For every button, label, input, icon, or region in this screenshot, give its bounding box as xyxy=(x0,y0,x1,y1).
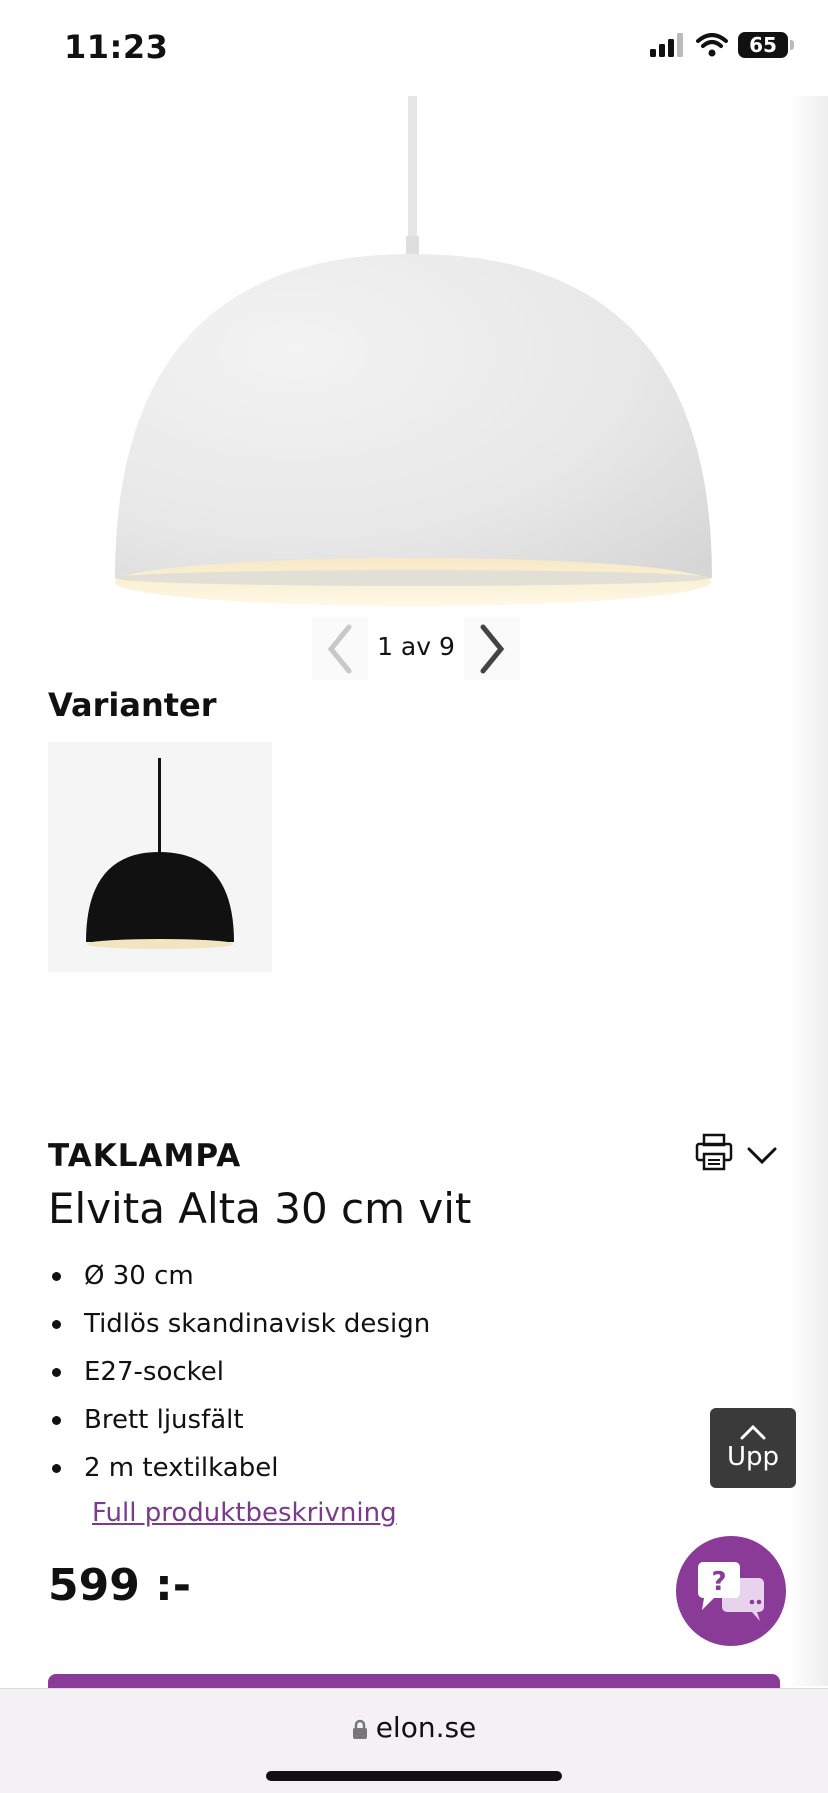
gallery-next-button[interactable] xyxy=(464,618,520,680)
feature-item: Tidlös skandinavisk design xyxy=(48,1304,430,1352)
gallery-nav: 1 av 9 xyxy=(312,618,520,680)
product-title: Elvita Alta 30 cm vit xyxy=(48,1184,472,1233)
signal-icon xyxy=(650,33,683,57)
expand-options-button[interactable] xyxy=(744,1138,780,1174)
svg-text:?: ? xyxy=(711,1567,726,1597)
status-bar: 11:23 65 xyxy=(0,0,828,96)
print-button[interactable] xyxy=(694,1132,734,1172)
printer-icon xyxy=(695,1133,733,1171)
chevron-down-icon xyxy=(747,1147,777,1165)
chat-help-icon: ? xyxy=(698,1562,764,1621)
url-text: elon.se xyxy=(375,1711,477,1744)
variant-black-thumbnail[interactable] xyxy=(48,742,272,972)
full-description-link[interactable]: Full produktbeskrivning xyxy=(92,1498,397,1528)
feature-item: Ø 30 cm xyxy=(48,1256,430,1304)
chevron-up-icon xyxy=(740,1424,766,1440)
status-icons: 65 xyxy=(650,32,794,58)
product-category: TAKLAMPA xyxy=(48,1138,242,1174)
product-price: 599 :- xyxy=(48,1560,192,1611)
product-image[interactable] xyxy=(100,96,730,616)
feature-list: Ø 30 cm Tidlös skandinavisk design E27-s… xyxy=(48,1256,430,1496)
scroll-to-top-label: Upp xyxy=(726,1442,780,1472)
gallery-prev-button[interactable] xyxy=(312,618,368,680)
battery-indicator: 65 xyxy=(738,32,794,58)
chevron-left-icon xyxy=(327,624,352,674)
browser-address-bar[interactable]: elon.se xyxy=(0,1688,828,1793)
feature-item: E27-sockel xyxy=(48,1352,430,1400)
chevron-right-icon xyxy=(480,624,505,674)
wifi-icon xyxy=(696,33,728,57)
lock-icon xyxy=(352,1719,367,1739)
feature-item: Brett ljusfält xyxy=(48,1400,430,1448)
home-indicator xyxy=(266,1771,562,1781)
pendant-lamp-image xyxy=(115,96,712,606)
black-pendant-lamp-image xyxy=(86,758,234,949)
feature-item: 2 m textilkabel xyxy=(48,1448,430,1496)
url-display: elon.se xyxy=(0,1711,828,1744)
gallery-counter: 1 av 9 xyxy=(377,632,455,661)
status-time: 11:23 xyxy=(64,28,169,66)
scroll-to-top-button[interactable]: Upp xyxy=(710,1408,796,1488)
chat-support-button[interactable]: ? xyxy=(676,1536,786,1646)
variants-title: Varianter xyxy=(48,686,217,724)
